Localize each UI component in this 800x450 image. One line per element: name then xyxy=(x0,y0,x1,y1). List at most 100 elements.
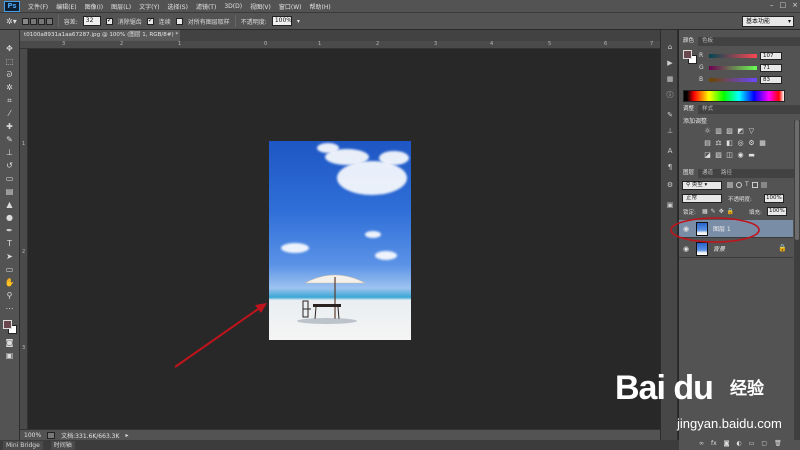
lasso-tool-icon[interactable]: ᘐ xyxy=(3,70,16,80)
channel-mixer-icon[interactable]: ⚙ xyxy=(747,139,756,147)
history-brush-tool-icon[interactable]: ↺ xyxy=(3,161,16,171)
menu-help[interactable]: 帮助(H) xyxy=(306,2,335,11)
status-icon[interactable] xyxy=(47,431,56,439)
clone-source-icon[interactable]: ⊥ xyxy=(665,126,675,136)
color-lookup-icon[interactable]: ▦ xyxy=(758,139,767,147)
blue-slider[interactable] xyxy=(709,77,757,82)
brush-presets-icon[interactable]: ✎ xyxy=(665,110,675,120)
swatches-icon[interactable]: ▦ xyxy=(665,74,675,84)
menu-image[interactable]: 图像(I) xyxy=(81,2,107,11)
foreground-color-swatch[interactable] xyxy=(3,320,12,329)
antialias-checkbox[interactable] xyxy=(105,16,113,25)
canvas-area[interactable] xyxy=(29,49,660,429)
opacity-input[interactable]: 100% xyxy=(271,16,292,26)
opacity-dropdown-icon[interactable]: ▾ xyxy=(297,18,300,25)
document-tab[interactable]: t0100a8931a1aa67287.jpg @ 100% (图层 1, RG… xyxy=(20,30,180,41)
magic-wand-tool-icon[interactable]: ✲ xyxy=(3,83,16,93)
vibrance-icon[interactable]: ▽ xyxy=(747,127,756,135)
blend-mode-select[interactable]: 正常 xyxy=(682,194,722,203)
healing-brush-tool-icon[interactable]: ✚ xyxy=(3,122,16,132)
fill-input[interactable]: 100% xyxy=(767,207,787,216)
move-tool-icon[interactable]: ✥ xyxy=(3,44,16,54)
quick-mask-icon[interactable]: ◙ xyxy=(3,338,16,348)
zoom-level[interactable]: 100% xyxy=(24,432,41,439)
sample-all-layers-checkbox[interactable] xyxy=(175,17,183,25)
info-icon[interactable]: ⓘ xyxy=(665,90,675,100)
shape-tool-icon[interactable]: ▭ xyxy=(3,265,16,275)
dodge-tool-icon[interactable]: ● xyxy=(3,213,16,223)
crop-tool-icon[interactable]: ⌗ xyxy=(3,96,16,106)
filter-type-icon[interactable]: T xyxy=(745,182,749,188)
tab-channels[interactable]: 通道 xyxy=(698,169,717,178)
more-tools-icon[interactable]: ⋯ xyxy=(3,304,16,314)
screen-mode-icon[interactable]: ▣ xyxy=(3,351,16,361)
layer-opacity-input[interactable]: 100% xyxy=(764,194,784,203)
tab-mini-bridge[interactable]: Mini Bridge xyxy=(3,440,43,450)
selective-color-icon[interactable]: ◉ xyxy=(736,151,745,159)
paragraph-icon[interactable]: ¶ xyxy=(665,162,675,172)
scrollbar-thumb[interactable] xyxy=(795,120,799,240)
close-button[interactable]: × xyxy=(792,1,798,9)
posterize-icon[interactable]: ▨ xyxy=(714,151,723,159)
lock-all-icon[interactable]: 🔒 xyxy=(727,208,734,215)
layer-filter-kind-select[interactable]: ⚲ 类型 ▾ xyxy=(682,181,722,190)
brightness-icon[interactable]: ☼ xyxy=(703,127,712,135)
minimize-button[interactable]: – xyxy=(770,1,774,9)
invert-icon[interactable]: ◪ xyxy=(703,151,712,159)
menu-file[interactable]: 文件(F) xyxy=(24,2,52,11)
hue-saturation-icon[interactable]: ▤ xyxy=(703,139,712,147)
tab-adjustments[interactable]: 调整 xyxy=(679,105,699,114)
color-foreground-swatch[interactable] xyxy=(683,50,692,59)
type-tool-icon[interactable]: T xyxy=(3,239,16,249)
marquee-tool-icon[interactable]: ⬚ xyxy=(3,57,16,67)
eraser-tool-icon[interactable]: ▭ xyxy=(3,174,16,184)
tolerance-input[interactable]: 32 xyxy=(82,16,101,26)
tab-swatches[interactable]: 色板 xyxy=(698,37,717,46)
filter-pixel-icon[interactable] xyxy=(727,182,733,188)
workspace-select[interactable]: 基本功能 xyxy=(742,16,794,27)
path-selection-tool-icon[interactable]: ➤ xyxy=(3,252,16,262)
menu-filter[interactable]: 滤镜(T) xyxy=(192,2,220,11)
color-spectrum-bar[interactable] xyxy=(683,90,785,102)
menu-3d[interactable]: 3D(D) xyxy=(220,3,246,10)
levels-icon[interactable]: ▥ xyxy=(714,127,723,135)
history-icon[interactable]: ⌂ xyxy=(665,42,675,52)
pen-tool-icon[interactable]: ✒ xyxy=(3,226,16,236)
lock-pixels-icon[interactable]: ✎ xyxy=(711,208,716,215)
tab-color[interactable]: 颜色 xyxy=(679,37,699,46)
menu-type[interactable]: 文字(Y) xyxy=(135,2,163,11)
clone-stamp-tool-icon[interactable]: ⊥ xyxy=(3,148,16,158)
visibility-eye-icon[interactable]: ◉ xyxy=(683,245,691,253)
red-slider[interactable] xyxy=(709,53,757,58)
menu-edit[interactable]: 编辑(E) xyxy=(52,2,80,11)
green-slider[interactable] xyxy=(709,65,757,70)
blur-tool-icon[interactable]: ▲ xyxy=(3,200,16,210)
lock-position-icon[interactable]: ✥ xyxy=(719,208,724,215)
tab-paths[interactable]: 路径 xyxy=(717,169,736,178)
status-menu-arrow-icon[interactable]: ▸ xyxy=(125,432,128,439)
tab-layers[interactable]: 图层 xyxy=(679,169,699,178)
red-value[interactable]: 107 xyxy=(760,51,782,60)
exposure-icon[interactable]: ◩ xyxy=(736,127,745,135)
menu-layer[interactable]: 图层(L) xyxy=(107,2,135,11)
tool-presets-icon[interactable]: ⚙ xyxy=(665,180,675,190)
menu-view[interactable]: 视图(V) xyxy=(246,2,275,11)
selection-mode-icons[interactable] xyxy=(21,17,53,25)
filter-adjustment-icon[interactable] xyxy=(736,182,742,188)
layer-name[interactable]: 背景 xyxy=(713,244,725,253)
lock-transparency-icon[interactable]: ▦ xyxy=(702,208,708,215)
photo-filter-icon[interactable]: ◎ xyxy=(736,139,745,147)
brush-tool-icon[interactable]: ✎ xyxy=(3,135,16,145)
hand-tool-icon[interactable]: ✋ xyxy=(3,278,16,288)
zoom-tool-icon[interactable]: ⚲ xyxy=(3,291,16,301)
filter-smart-object-icon[interactable] xyxy=(760,182,767,188)
magic-wand-tool-preset-icon[interactable]: ✲▾ xyxy=(6,17,17,26)
tab-styles[interactable]: 样式 xyxy=(698,105,717,114)
actions-icon[interactable]: ▶ xyxy=(665,58,675,68)
menu-select[interactable]: 选择(S) xyxy=(163,2,192,11)
green-value[interactable]: 71 xyxy=(760,63,782,72)
character-icon[interactable]: A xyxy=(665,146,675,156)
maximize-button[interactable]: □ xyxy=(780,1,787,9)
black-white-icon[interactable]: ◧ xyxy=(725,139,734,147)
eyedropper-tool-icon[interactable]: ⁄ xyxy=(3,109,16,119)
